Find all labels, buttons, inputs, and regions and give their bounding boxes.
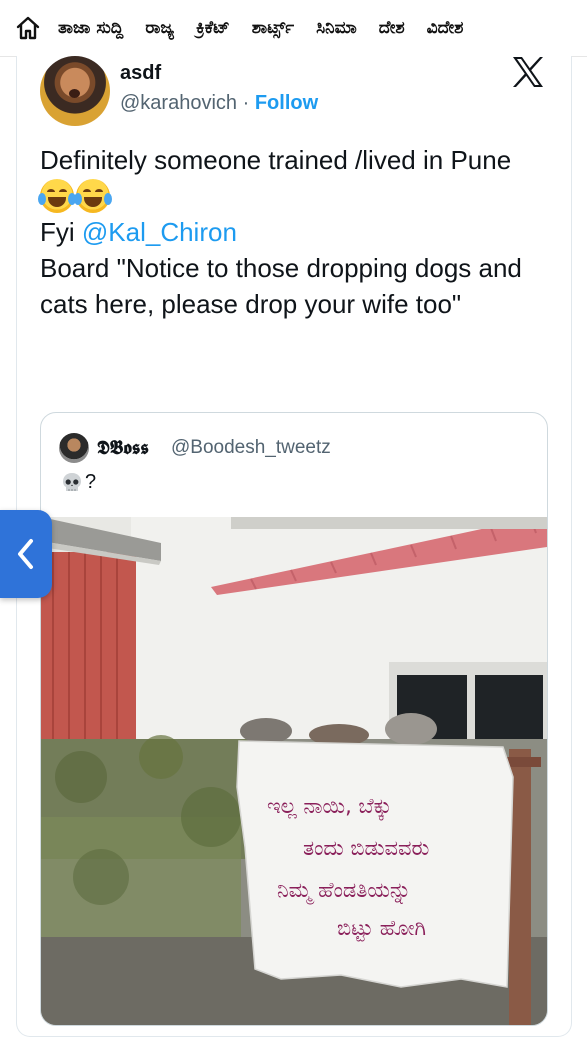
back-tab-button[interactable]	[0, 510, 52, 598]
quoted-tweet-photo[interactable]: ಇಲ್ಲ ನಾಯಿ, ಬೆಕ್ಕು ತಂದು ಬಿಡುವವರು ನಿಮ್ಮ ಹೆ…	[41, 515, 547, 1025]
home-icon[interactable]	[14, 14, 42, 42]
quoted-author-avatar[interactable]	[59, 433, 89, 463]
tweet-line-1: Definitely someone trained /lived in Pun…	[40, 145, 512, 175]
banner-line-2: ತಂದು ಬಿಡುವವರು	[303, 836, 429, 860]
fyi-prefix: Fyi	[40, 217, 82, 247]
nav-item-cinema[interactable]: ಸಿನಿಮಾ	[316, 18, 357, 38]
banner-line-1: ಇಲ್ಲ ನಾಯಿ, ಬೆಕ್ಕು	[267, 794, 392, 820]
quoted-text-suffix: ?	[85, 471, 97, 493]
nav-item-state[interactable]: ರಾಜ್ಯ	[145, 18, 174, 38]
nav-item-country[interactable]: ದೇಶ	[379, 18, 405, 38]
chevron-left-icon	[18, 539, 33, 569]
tweet-body: Definitely someone trained /lived in Pun…	[38, 142, 550, 322]
quoted-author-name[interactable]: 𝕯𝕭𝖔𝖘𝖘	[97, 437, 149, 459]
banner-line-4: ಬಿಟ್ಟು ಹೋಗಿ	[337, 916, 426, 942]
top-navigation-bar: ತಾಜಾ ಸುದ್ದಿ ರಾಜ್ಯ ಕ್ರಿಕೆಟ್ ಶಾರ್ಟ್ಸ್ ಸಿನಿ…	[0, 0, 587, 57]
tweet-line-fyi: Fyi @Kal_Chiron	[40, 214, 550, 250]
tears-of-joy-emoji-icon	[38, 179, 76, 213]
quoted-tweet-text: ?	[61, 471, 96, 494]
nav-item-cricket[interactable]: ಕ್ರಿಕೆಟ್	[196, 18, 230, 38]
author-avatar[interactable]	[40, 56, 110, 126]
skull-emoji-icon	[61, 472, 83, 494]
avatar-face-detail	[69, 89, 80, 98]
emoji-row	[38, 178, 550, 214]
author-handle-row: @karahovich · Follow	[120, 92, 318, 115]
quoted-tweet[interactable]: 𝕯𝕭𝖔𝖘𝖘 @Boodesh_tweetz ? ಇಲ್ಲ ನಾಯಿ, ಬೆಕ್ಕ…	[40, 412, 548, 1026]
nav-item-world[interactable]: ವಿದೇಶ	[427, 18, 464, 38]
follow-link[interactable]: Follow	[255, 92, 318, 114]
tears-of-joy-emoji-icon	[74, 179, 112, 213]
banner-line-3: ನಿಮ್ಮ ಹೆಂಡತಿಯನ್ನು	[277, 878, 411, 904]
handle-separator: ·	[242, 92, 250, 114]
x-logo-icon[interactable]	[511, 56, 545, 88]
mention-link[interactable]: @Kal_Chiron	[82, 217, 237, 247]
nav-item-latest-news[interactable]: ತಾಜಾ ಸುದ್ದಿ	[58, 18, 123, 38]
tweet-line-3: Board "Notice to those dropping dogs and…	[40, 253, 522, 319]
author-handle[interactable]: @karahovich	[120, 92, 237, 114]
quoted-author-handle[interactable]: @Boodesh_tweetz	[171, 437, 331, 459]
author-display-name[interactable]: asdf	[120, 62, 161, 85]
nav-item-shorts[interactable]: ಶಾರ್ಟ್ಸ್	[252, 18, 294, 38]
